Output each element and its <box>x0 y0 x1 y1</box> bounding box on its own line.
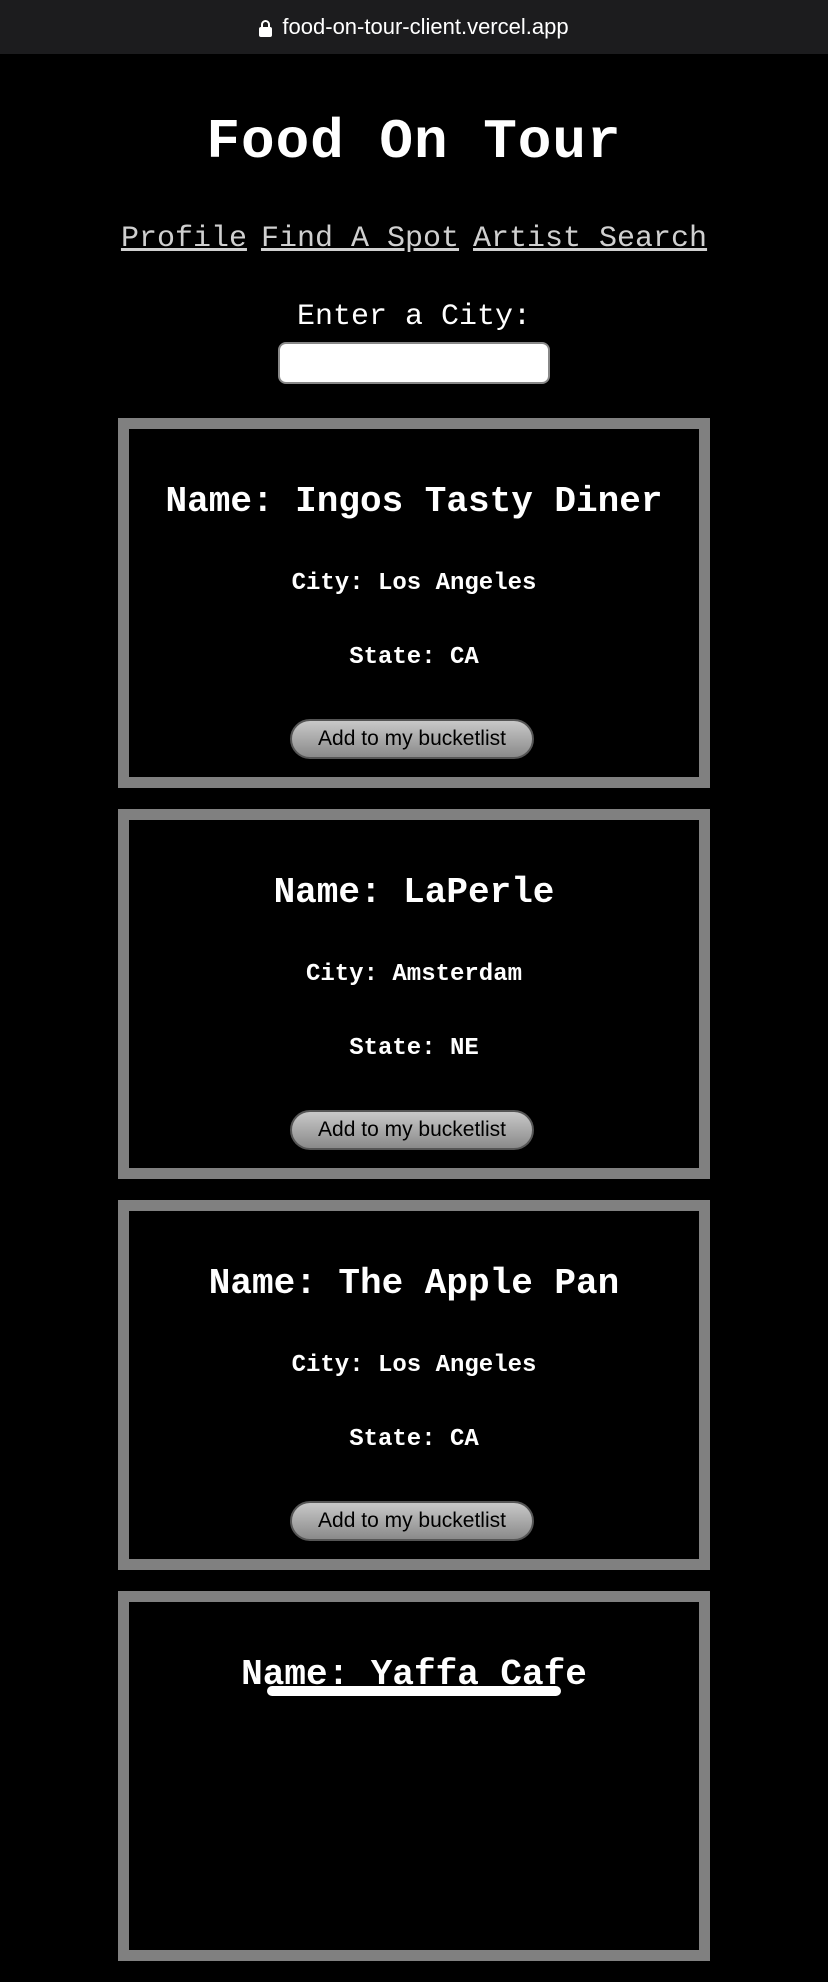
restaurant-city: City: Los Angeles <box>291 570 537 597</box>
restaurant-city: City: Amsterdam <box>305 961 523 988</box>
restaurant-list: Name: Ingos Tasty Diner City: Los Angele… <box>118 418 710 1982</box>
restaurant-state: State: CA <box>349 1426 479 1453</box>
nav-link-profile[interactable]: Profile <box>121 222 247 256</box>
restaurant-name: Name: The Apple Pan <box>208 1263 620 1304</box>
city-search-label: Enter a City: <box>296 300 532 334</box>
restaurant-city: City: Los Angeles <box>291 1352 537 1379</box>
home-indicator[interactable] <box>267 1686 561 1696</box>
restaurant-state: State: NE <box>349 1035 479 1062</box>
add-to-bucketlist-button[interactable]: Add to my bucketlist <box>290 719 534 759</box>
main-nav: Profile Find A Spot Artist Search <box>0 222 828 256</box>
restaurant-card: Name: Ingos Tasty Diner City: Los Angele… <box>118 418 710 788</box>
add-to-bucketlist-button[interactable]: Add to my bucketlist <box>290 1501 534 1541</box>
restaurant-card: Name: The Apple Pan City: Los Angeles St… <box>118 1200 710 1570</box>
page-title: Food On Tour <box>206 110 622 174</box>
restaurant-card: Name: Yaffa Cafe <box>118 1591 710 1961</box>
url-text: food-on-tour-client.vercel.app <box>282 14 569 39</box>
nav-link-artist-search[interactable]: Artist Search <box>473 222 707 256</box>
restaurant-name: Name: LaPerle <box>273 872 555 913</box>
restaurant-state: State: CA <box>349 644 479 671</box>
browser-url-bar[interactable]: food-on-tour-client.vercel.app <box>0 0 828 54</box>
add-to-bucketlist-button[interactable]: Add to my bucketlist <box>290 1110 534 1150</box>
lock-icon <box>259 19 273 37</box>
nav-link-find-a-spot[interactable]: Find A Spot <box>261 222 459 256</box>
restaurant-card: Name: LaPerle City: Amsterdam State: NE … <box>118 809 710 1179</box>
city-search-input[interactable] <box>278 342 550 384</box>
restaurant-name: Name: Ingos Tasty Diner <box>165 481 663 522</box>
